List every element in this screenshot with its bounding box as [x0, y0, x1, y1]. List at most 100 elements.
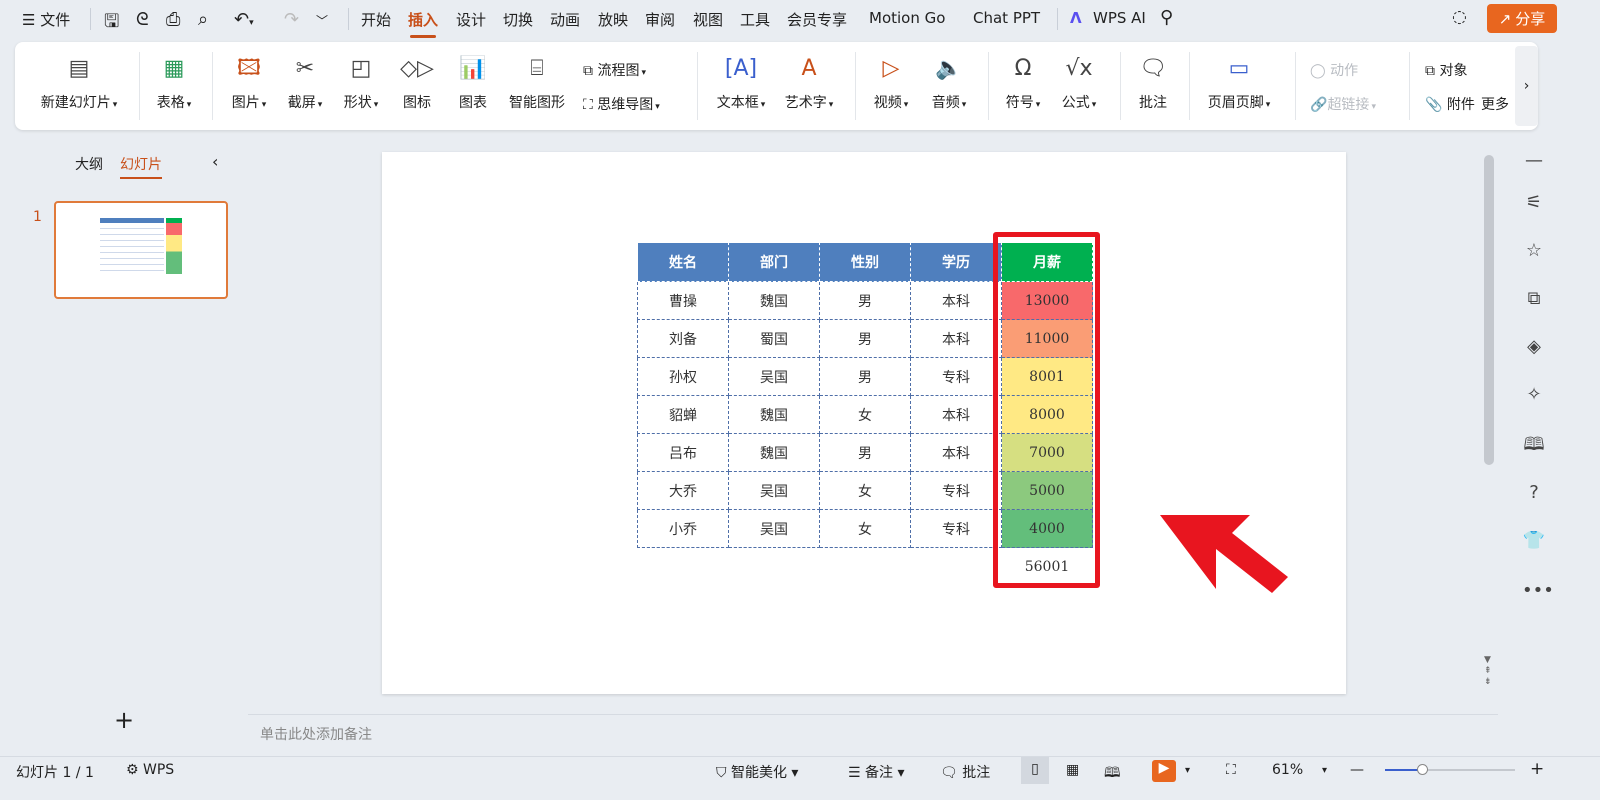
- new-slide-button[interactable]: ▤ 新建幻灯片 ▾: [33, 42, 125, 130]
- audio-button[interactable]: 🔈 音频 ▾: [923, 42, 975, 130]
- tab-home[interactable]: 开始: [361, 9, 391, 30]
- normal-view-icon[interactable]: ▯: [1021, 757, 1049, 784]
- fit-window-icon[interactable]: ⛶: [1226, 762, 1236, 778]
- collapse-panel-icon[interactable]: ‹: [212, 152, 218, 171]
- attachment-label: 附件: [1446, 97, 1475, 113]
- divider: [348, 8, 349, 30]
- smart-beautify-button[interactable]: ⛉ 智能美化 ▾: [716, 762, 798, 782]
- action-label: 动作: [1330, 63, 1359, 79]
- smartart-button[interactable]: ⌸ 智能图形: [505, 42, 569, 130]
- title-bar: ☰ 文件 🖫 ᘓ ⎙ ⌕ ↶▾ ↷ ﹀ 开始 插入 设计 切换 动画 放映 审阅…: [0, 0, 1600, 38]
- notes-field[interactable]: 单击此处添加备注: [248, 714, 1498, 752]
- screenshot-button[interactable]: ✂ 截屏 ▾: [279, 42, 331, 130]
- zoom-in-button[interactable]: +: [1530, 759, 1544, 779]
- tab-view[interactable]: 视图: [693, 9, 723, 30]
- video-button[interactable]: ▷ 视频 ▾: [865, 42, 917, 130]
- mindmap-button[interactable]: ⛶ 思维导图 ▾: [583, 94, 660, 114]
- thumbnail-table: [100, 218, 164, 274]
- zoom-slider-handle[interactable]: [1416, 764, 1428, 775]
- slides-icon[interactable]: ⧉: [1522, 288, 1546, 309]
- more-icon[interactable]: •••: [1522, 580, 1554, 601]
- shape-button[interactable]: ◰ 形状 ▾: [335, 42, 387, 130]
- slide-sorter-icon[interactable]: ▦: [1066, 762, 1079, 778]
- action-button[interactable]: ◯ 动作: [1310, 60, 1358, 80]
- zoom-slider[interactable]: [1385, 764, 1515, 775]
- book-search-icon[interactable]: 🕮: [1522, 432, 1546, 462]
- notes-button[interactable]: ☰ 备注 ▾: [848, 762, 905, 782]
- cell-education: 专科: [910, 509, 1002, 548]
- wordart-icon: A: [801, 56, 817, 81]
- save-icon[interactable]: 🖫: [104, 9, 119, 39]
- chart-icon: 📊: [459, 56, 487, 81]
- zoom-level[interactable]: 61%: [1272, 762, 1303, 778]
- tab-slideshow[interactable]: 放映: [598, 9, 628, 30]
- zoom-dropdown-icon[interactable]: ▾: [1322, 765, 1327, 776]
- search-icon[interactable]: ⚲: [1160, 7, 1173, 28]
- settings-sliders-icon[interactable]: ⚟: [1522, 192, 1546, 213]
- undo-icon[interactable]: ↶▾: [234, 9, 254, 30]
- tab-insert[interactable]: 插入: [408, 9, 438, 38]
- hyperlink-button[interactable]: 🔗超链接 ▾: [1310, 94, 1376, 114]
- vertical-scrollbar[interactable]: [1484, 155, 1494, 465]
- redo-icon[interactable]: ↷: [284, 9, 299, 30]
- minimize-icon[interactable]: —: [1522, 150, 1546, 171]
- cell-education: 本科: [910, 281, 1002, 320]
- icon-button[interactable]: ◇▷ 图标: [393, 42, 441, 130]
- print-preview-icon[interactable]: ⌕: [198, 9, 208, 30]
- table-button[interactable]: ▦ 表格 ▾: [148, 42, 200, 130]
- picture-button[interactable]: 🖾 图片 ▾: [223, 42, 275, 130]
- play-slideshow-button[interactable]: ▶: [1152, 760, 1176, 782]
- tab-outline[interactable]: 大纲: [75, 154, 103, 174]
- textbox-button[interactable]: [A] 文本框 ▾: [710, 42, 772, 130]
- animation-icon[interactable]: ◈: [1522, 336, 1546, 357]
- ribbon-scroll-right-icon[interactable]: ›: [1515, 46, 1538, 126]
- object-label: 对象: [1439, 63, 1468, 79]
- tab-transitions[interactable]: 切换: [503, 9, 533, 30]
- cell-gender: 女: [819, 509, 911, 548]
- header-footer-button[interactable]: ▭ 页眉页脚 ▾: [1195, 42, 1283, 130]
- wordart-button[interactable]: A 艺术字 ▾: [778, 42, 840, 130]
- print-icon[interactable]: ⎙: [166, 9, 180, 30]
- file-menu[interactable]: ☰ 文件: [22, 9, 70, 30]
- reading-view-icon[interactable]: 🕮: [1104, 762, 1121, 786]
- play-options-chevron-icon[interactable]: ▾: [1185, 765, 1190, 776]
- format-painter-icon[interactable]: ᘓ: [136, 9, 149, 30]
- cell-department: 魏国: [728, 281, 820, 320]
- zoom-out-button[interactable]: —: [1350, 762, 1364, 778]
- cell-name: 小乔: [637, 509, 729, 548]
- tab-slides[interactable]: 幻灯片: [120, 154, 162, 179]
- scroll-nav-icons[interactable]: ▼ ⇞ ⇟: [1484, 655, 1492, 688]
- tab-animation[interactable]: 动画: [550, 9, 580, 30]
- tab-chat-ppt[interactable]: Chat PPT: [973, 9, 1040, 27]
- more-button[interactable]: 更多: [1481, 94, 1513, 114]
- star-icon[interactable]: ☆: [1522, 240, 1546, 261]
- tab-review[interactable]: 审阅: [645, 9, 675, 30]
- smartart-label: 智能图形: [509, 95, 565, 111]
- comment-status-button[interactable]: 🗨 批注: [940, 762, 990, 782]
- cell-education: 本科: [910, 319, 1002, 358]
- magic-icon[interactable]: ✧: [1522, 384, 1546, 405]
- tab-design[interactable]: 设计: [456, 9, 486, 30]
- slide-canvas[interactable]: 姓名 部门 性别 学历 月薪 曹操 魏国男本科 13000 刘备 蜀国男本科 11000 孙…: [382, 152, 1346, 694]
- chart-button[interactable]: 📊 图表: [449, 42, 497, 130]
- tab-motion-go[interactable]: Motion Go: [869, 9, 945, 27]
- tab-tools[interactable]: 工具: [740, 9, 770, 30]
- shirt-icon[interactable]: 👕: [1522, 530, 1546, 551]
- mindmap-label: 思维导图: [597, 97, 654, 113]
- wps-account[interactable]: ⚙ WPS: [126, 762, 174, 778]
- comment-button[interactable]: 🗨 批注: [1130, 42, 1176, 130]
- beautify-icon: ⛉: [716, 765, 727, 781]
- help-icon[interactable]: ?: [1522, 482, 1546, 503]
- share-button[interactable]: ↗ 分享: [1487, 4, 1557, 33]
- flowchart-button[interactable]: ⧉ 流程图 ▾: [583, 60, 646, 80]
- wps-ai-button[interactable]: WPS AI: [1093, 9, 1146, 27]
- slide-thumbnail[interactable]: [54, 201, 228, 299]
- object-button[interactable]: ⧉ 对象: [1425, 60, 1467, 80]
- symbol-button[interactable]: Ω 符号 ▾: [997, 42, 1049, 130]
- add-slide-button[interactable]: +: [114, 706, 134, 734]
- more-quick-chevron-icon[interactable]: ﹀: [316, 12, 328, 29]
- attachment-button[interactable]: 📎 附件: [1425, 94, 1475, 114]
- formula-button[interactable]: √x 公式 ▾: [1053, 42, 1105, 130]
- chat-icon[interactable]: ◌: [1452, 7, 1467, 27]
- tab-member[interactable]: 会员专享: [787, 9, 847, 30]
